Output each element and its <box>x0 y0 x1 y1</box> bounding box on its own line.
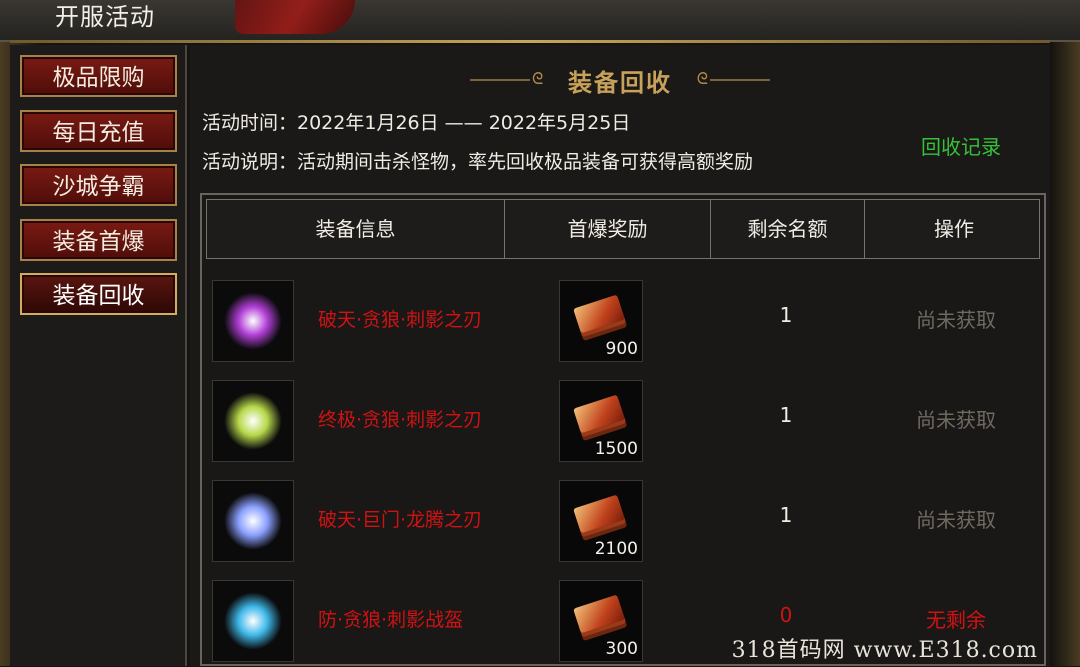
scroll-graphic <box>573 394 625 434</box>
recycle-table: 装备信息 首爆奖励 剩余名额 操作 破天·贪狼·刺影之刃 900 1 尚未获取 … <box>200 193 1046 666</box>
page-title: 装备回收 <box>568 68 672 97</box>
heading-line-left <box>470 79 530 81</box>
activity-time: 活动时间：2022年1月26日 —— 2022年5月25日 <box>202 112 631 134</box>
column-header-reward: 首爆奖励 <box>505 200 711 258</box>
activity-description: 活动说明：活动期间击杀怪物，率先回收极品装备可获得高额奖励 <box>202 151 754 173</box>
gold-divider <box>10 40 1050 43</box>
reward-scroll-icon[interactable]: 2100 <box>559 480 643 562</box>
red-banner-ornament <box>235 0 355 34</box>
reward-scroll-icon[interactable]: 300 <box>559 580 643 662</box>
swirl-ornament-icon: ᘓ <box>696 69 708 88</box>
equipment-name: 破天·巨门·龙腾之刃 <box>318 509 483 531</box>
column-header-equipment: 装备信息 <box>207 200 505 258</box>
ice-helmet-icon <box>212 580 294 662</box>
reward-amount: 1500 <box>594 439 638 459</box>
table-row: 破天·巨门·龙腾之刃 2100 1 尚未获取 <box>206 467 1040 567</box>
reward-scroll-icon[interactable]: 1500 <box>559 380 643 462</box>
reward-scroll-icon[interactable]: 900 <box>559 280 643 362</box>
equipment-name: 防·贪狼·刺影战盔 <box>318 609 464 631</box>
scroll-graphic <box>573 594 625 634</box>
sidebar-item-castle-siege[interactable]: 沙城争霸 <box>20 164 177 206</box>
right-dragon-border <box>1052 0 1080 666</box>
top-bar: 开服活动 <box>0 0 1080 42</box>
equipment-name: 终极·贪狼·刺影之刃 <box>318 409 483 431</box>
remaining-count: 1 <box>779 303 793 327</box>
scroll-graphic <box>573 294 625 334</box>
purple-dagger-icon <box>212 280 294 362</box>
blue-blade-icon <box>212 480 294 562</box>
table-row: 破天·贪狼·刺影之刃 900 1 尚未获取 <box>206 267 1040 367</box>
window-title: 开服活动 <box>55 3 155 31</box>
reward-amount: 2100 <box>594 539 638 559</box>
remaining-count: 1 <box>779 503 793 527</box>
equipment-name: 破天·贪狼·刺影之刃 <box>318 309 483 331</box>
sidebar-item-limited-purchase[interactable]: 极品限购 <box>20 55 177 97</box>
action-status[interactable]: 尚未获取 <box>896 304 1016 333</box>
swirl-ornament-icon: ᘓ <box>532 69 544 88</box>
action-status[interactable]: 无剩余 <box>896 604 1016 633</box>
watermark: 318首码网 www.E318.com <box>731 638 1038 663</box>
remaining-count: 0 <box>779 603 793 627</box>
table-row: 终极·贪狼·刺影之刃 1500 1 尚未获取 <box>206 367 1040 467</box>
column-header-action: 操作 <box>934 217 974 241</box>
reward-amount: 900 <box>605 339 638 359</box>
table-header: 装备信息 首爆奖励 剩余名额 操作 <box>206 199 1040 259</box>
sidebar-item-daily-recharge[interactable]: 每日充值 <box>20 110 177 152</box>
main-panel: ᘓ 装备回收 ᘓ 活动时间：2022年1月26日 —— 2022年5月25日 活… <box>190 45 1050 666</box>
reward-amount: 300 <box>605 639 638 659</box>
remaining-count: 1 <box>779 403 793 427</box>
green-dagger-icon <box>212 380 294 462</box>
heading-line-right <box>710 79 770 81</box>
column-header-remaining: 剩余名额 <box>711 200 865 258</box>
section-heading: ᘓ 装备回收 ᘓ <box>470 63 770 97</box>
sidebar-item-first-drop[interactable]: 装备首爆 <box>20 219 177 261</box>
sidebar-item-equipment-recycle[interactable]: 装备回收 <box>20 273 177 315</box>
scroll-graphic <box>573 494 625 534</box>
recycle-record-link[interactable]: 回收记录 <box>921 131 1001 160</box>
sidebar: 极品限购 每日充值 沙城争霸 装备首爆 装备回收 <box>10 45 187 666</box>
action-status[interactable]: 尚未获取 <box>896 404 1016 433</box>
action-status[interactable]: 尚未获取 <box>896 504 1016 533</box>
